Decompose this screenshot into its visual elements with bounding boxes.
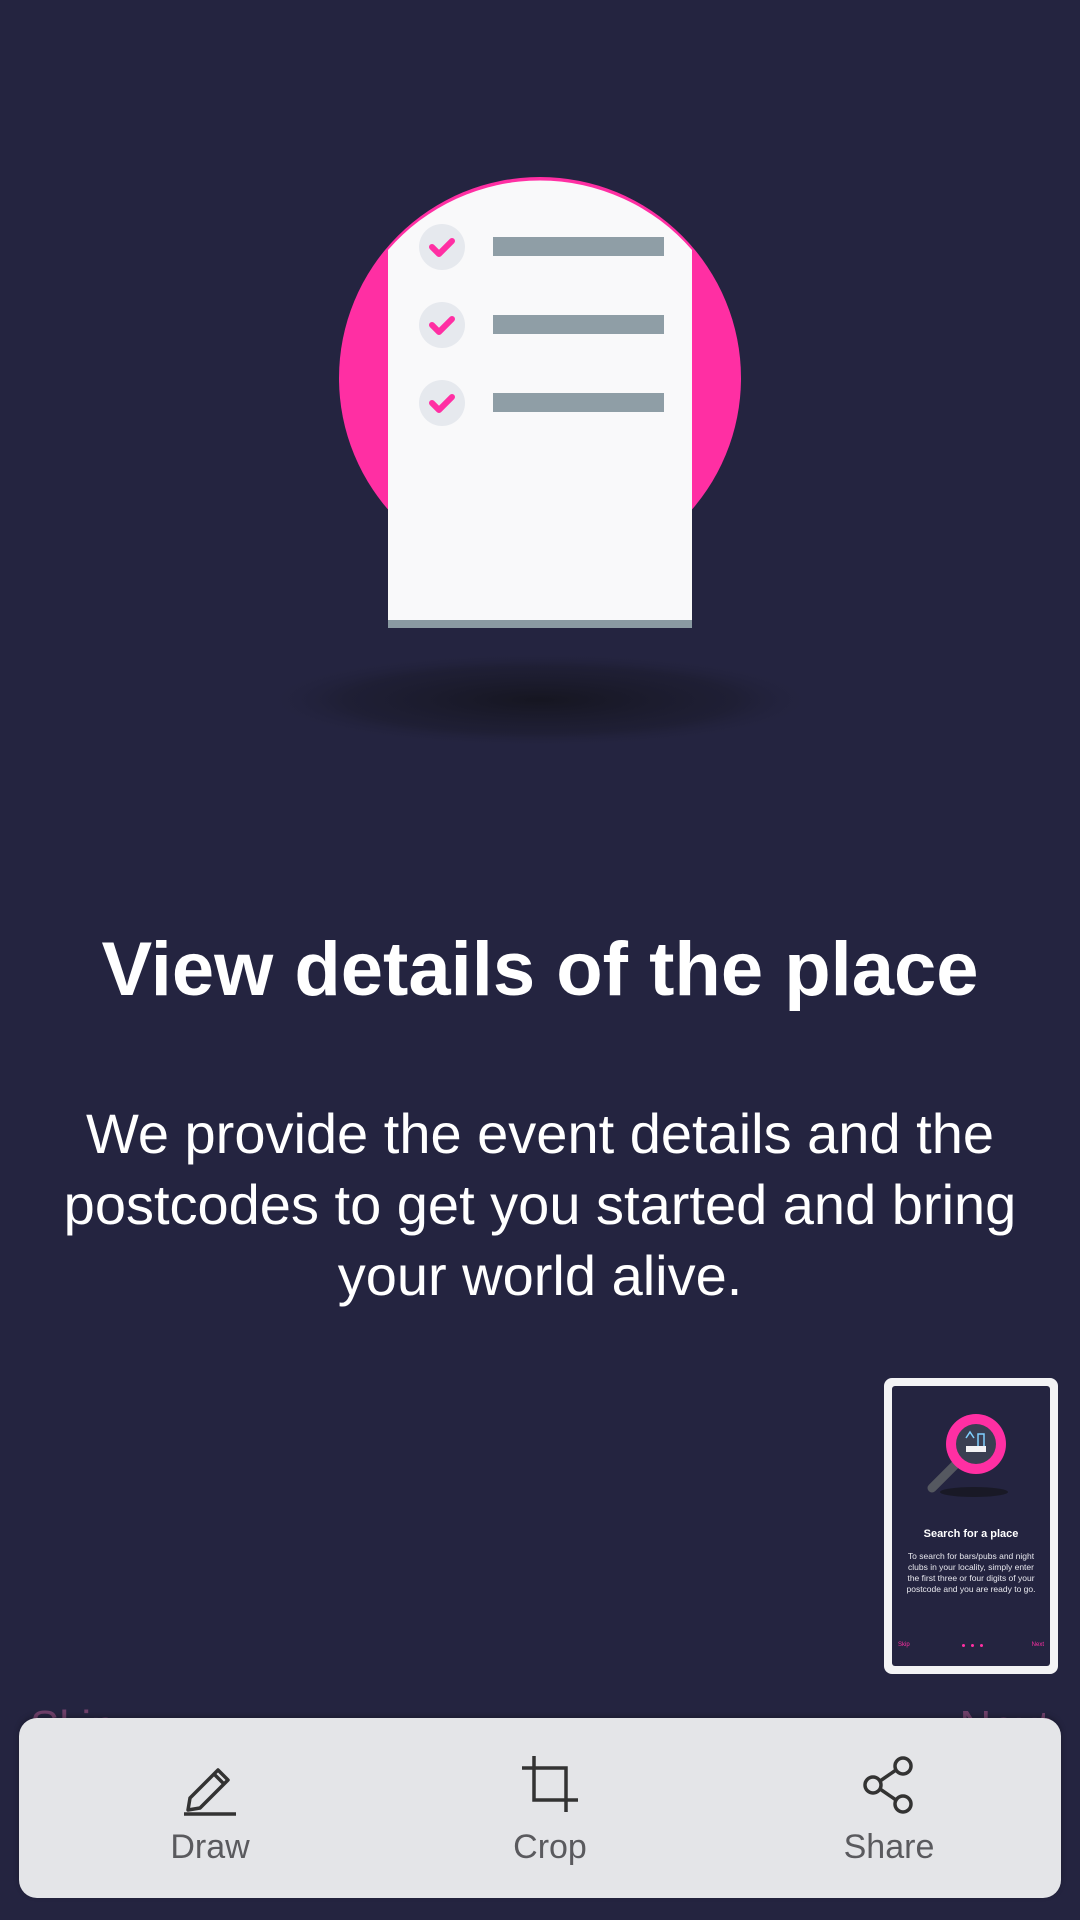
screenshot-toolbar: Draw Crop Share: [19, 1718, 1061, 1898]
pencil-icon: [184, 1768, 236, 1816]
draw-label: Draw: [170, 1828, 250, 1866]
preview-title: Search for a place: [923, 1528, 1019, 1540]
magnifier-icon: [927, 1414, 1008, 1497]
preview-screen: Search for a place To search for bars/pu…: [892, 1386, 1050, 1666]
checklist-illustration: [260, 177, 820, 748]
preview-skip: Skip: [898, 1642, 910, 1648]
draw-button[interactable]: Draw: [100, 1718, 320, 1898]
share-label: Share: [843, 1828, 935, 1866]
crop-label: Crop: [513, 1828, 587, 1866]
preview-next: Next: [1031, 1642, 1044, 1648]
share-button[interactable]: Share: [779, 1718, 999, 1898]
onboarding-title: View details of the place: [101, 927, 979, 1012]
screenshot-preview-thumbnail[interactable]: Search for a place To search for bars/pu…: [884, 1378, 1058, 1674]
onboarding-description: We provide the event details and the pos…: [63, 1102, 1017, 1307]
preview-page-indicator: [962, 1644, 983, 1647]
preview-description: To search for bars/pubs and night clubs …: [906, 1551, 1036, 1594]
crop-icon: [522, 1756, 578, 1812]
share-icon: [863, 1756, 913, 1814]
crop-button[interactable]: Crop: [440, 1718, 660, 1898]
